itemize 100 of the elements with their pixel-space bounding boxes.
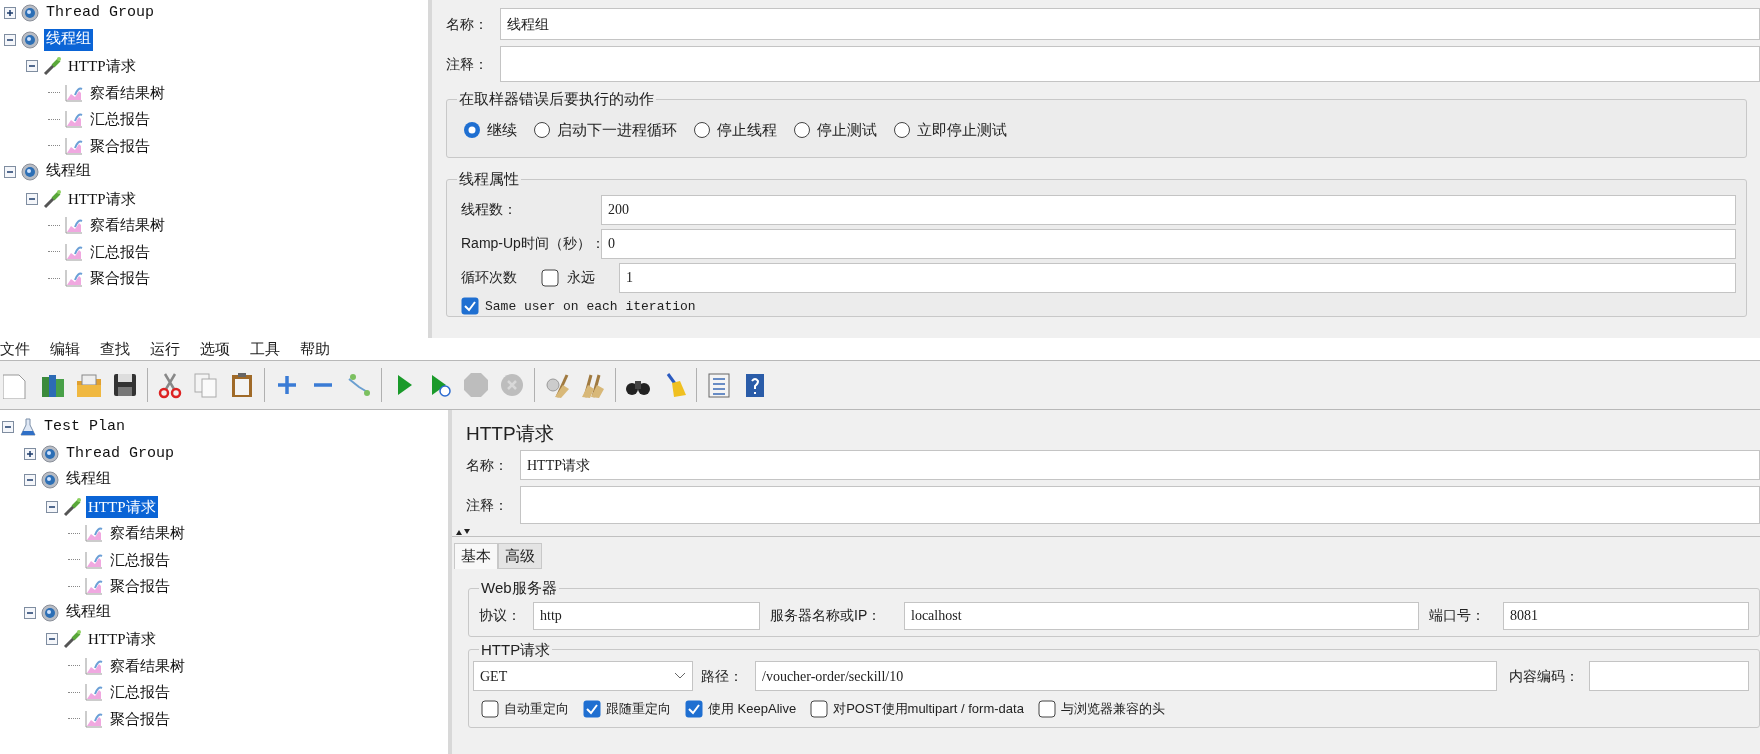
tree-item[interactable]: HTTP请求 (86, 628, 158, 651)
pipette-icon (42, 56, 62, 77)
checkbox[interactable] (685, 699, 703, 718)
gear-icon (40, 470, 60, 491)
text-field[interactable]: 8081 (1503, 601, 1749, 630)
chart-icon (84, 549, 104, 570)
expand-toggle[interactable] (26, 192, 38, 205)
tree-item[interactable]: 线程组 (64, 469, 113, 492)
expand-toggle[interactable] (4, 166, 16, 179)
menu-item[interactable]: 运行 (150, 337, 180, 361)
panel-title: HTTP请求 (466, 422, 555, 446)
checkbox[interactable] (461, 297, 479, 316)
text-field[interactable]: localhost (904, 601, 1419, 630)
tree-item[interactable]: 汇总报告 (88, 240, 152, 263)
expand-toggle[interactable] (4, 33, 16, 46)
tree-item[interactable]: 察看结果树 (88, 81, 167, 104)
expand-toggle[interactable] (4, 7, 16, 20)
checkbox[interactable] (541, 268, 559, 287)
tab[interactable]: 高级 (498, 543, 542, 569)
menu-item[interactable]: 编辑 (50, 337, 80, 361)
menu-item[interactable]: 文件 (0, 337, 30, 361)
checkbox-label: 与浏览器兼容的头 (1060, 700, 1165, 718)
chevron-down-icon (674, 672, 686, 680)
radio-button[interactable] (793, 120, 811, 139)
text-field[interactable]: 1 (619, 262, 1736, 293)
tree-item[interactable]: 聚合报告 (88, 134, 152, 157)
splitter-arrows-icon[interactable] (456, 528, 470, 536)
tree-item[interactable]: 线程组 (44, 28, 93, 51)
checkbox-label: 跟随重定向 (606, 700, 671, 718)
expand-toggle[interactable] (24, 474, 36, 487)
radio-button[interactable] (893, 120, 911, 139)
tree-item[interactable]: 聚合报告 (108, 575, 172, 598)
text-field[interactable] (500, 46, 1760, 82)
radio-button[interactable] (533, 120, 551, 139)
text-field[interactable]: http (533, 601, 760, 630)
text-field[interactable] (1589, 661, 1749, 691)
tree-item[interactable]: 察看结果树 (108, 522, 187, 545)
text-field[interactable]: 0 (601, 228, 1736, 259)
option-label: 停止测试 (817, 119, 877, 140)
group-title: HTTP请求 (480, 639, 552, 660)
text-field[interactable]: /voucher-order/seckill/10 (755, 661, 1497, 691)
tree-item[interactable]: Thread Group (44, 2, 157, 25)
expand-toggle[interactable] (26, 60, 38, 73)
field-label: 注释： (466, 495, 509, 515)
field-label: 路径： (701, 666, 744, 686)
tree-item[interactable]: 聚合报告 (108, 707, 172, 730)
expand-toggle[interactable] (2, 421, 14, 434)
text-field[interactable] (520, 486, 1760, 524)
chart-icon (64, 268, 84, 289)
text-field[interactable]: HTTP请求 (520, 450, 1760, 480)
radio-button[interactable] (693, 120, 711, 139)
chart-icon (64, 135, 84, 156)
expand-toggle[interactable] (24, 447, 36, 460)
group-title: 线程属性 (458, 169, 520, 189)
radio-button[interactable] (463, 120, 481, 139)
tab[interactable]: 基本 (454, 543, 498, 569)
checkbox[interactable] (583, 699, 601, 718)
chart-icon (84, 682, 104, 703)
expand-toggle[interactable] (46, 633, 58, 646)
tree-item[interactable]: HTTP请求 (66, 187, 138, 210)
option-label: 启动下一进程循环 (557, 119, 677, 140)
checkbox[interactable] (810, 699, 829, 718)
checkbox-label: 使用 KeepAlive (708, 700, 797, 718)
tree-item[interactable]: 线程组 (64, 601, 113, 624)
tree-item[interactable]: 汇总报告 (88, 108, 152, 131)
tree-item[interactable]: 察看结果树 (108, 654, 187, 677)
menu-item[interactable]: 帮助 (300, 337, 330, 361)
tree-item[interactable]: Test Plan (42, 416, 127, 439)
field-label: 名称： (466, 455, 509, 475)
tree-item[interactable]: 察看结果树 (88, 214, 167, 237)
method-dropdown[interactable]: GET (473, 661, 693, 691)
checkbox[interactable] (481, 699, 499, 718)
tree-item[interactable]: 汇总报告 (108, 681, 172, 704)
group-title: 在取样器错误后要执行的动作 (458, 89, 655, 109)
tree-item[interactable]: HTTP请求 (66, 55, 138, 78)
scissors-icon[interactable] (156, 371, 184, 399)
flask-icon (18, 417, 38, 438)
checkbox-label: 对POST使用multipart / form-data (833, 700, 1024, 718)
menu-item[interactable]: 工具 (250, 337, 280, 361)
checkbox-label: 永远 (566, 268, 596, 287)
checkbox[interactable] (1037, 699, 1056, 718)
field-label: 名称： (446, 14, 489, 34)
gear-icon (40, 443, 60, 464)
tree-item[interactable]: 聚合报告 (88, 267, 152, 290)
menu-item[interactable]: 选项 (200, 337, 230, 361)
list-icon[interactable] (705, 371, 733, 399)
tree-item[interactable]: 汇总报告 (108, 548, 172, 571)
tree-item[interactable]: 线程组 (44, 161, 93, 184)
menu-item[interactable]: 查找 (100, 337, 130, 361)
pipette-icon (62, 629, 82, 650)
text-field[interactable]: 线程组 (500, 8, 1760, 40)
pipette-icon (62, 496, 82, 517)
tree-item[interactable]: Thread Group (64, 442, 177, 465)
option-label: 停止线程 (717, 119, 777, 140)
text-field[interactable]: 200 (601, 194, 1736, 225)
field-label: 端口号： (1429, 606, 1486, 625)
expand-toggle[interactable] (24, 606, 36, 619)
expand-toggle[interactable] (46, 500, 58, 513)
chart-icon (84, 576, 104, 597)
tree-item[interactable]: HTTP请求 (86, 495, 158, 518)
